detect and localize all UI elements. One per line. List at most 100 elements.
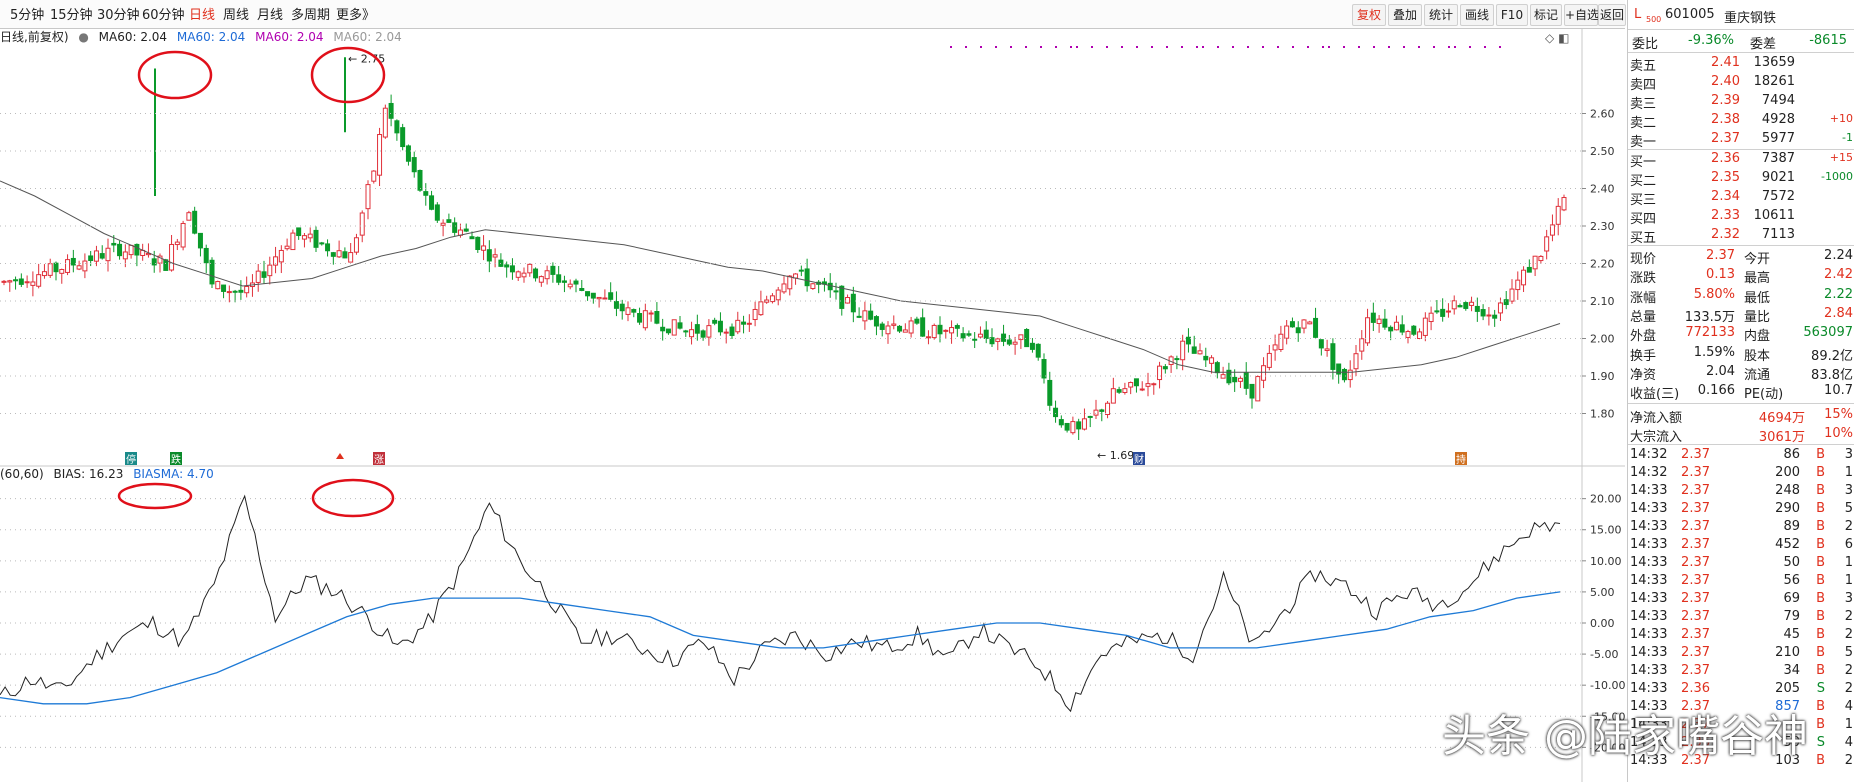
signal-dot	[1196, 46, 1198, 48]
candle-body	[1064, 422, 1070, 431]
candle-body	[18, 278, 24, 285]
event-marker-label: 跌	[171, 453, 181, 466]
candle-body	[1203, 355, 1209, 361]
candle-body	[1284, 325, 1290, 339]
sell-volume: 5977	[1761, 131, 1795, 146]
tab-30min[interactable]: 30分钟	[97, 4, 140, 23]
candle-body	[180, 222, 186, 248]
tick-row: 14:33 2.37 89 B 2	[1628, 518, 1854, 537]
tab-daily[interactable]: 日线	[189, 4, 215, 23]
candle-body	[1058, 419, 1064, 426]
candle-body	[1232, 376, 1238, 383]
stats-button[interactable]: 统计	[1424, 4, 1458, 26]
stat-label: 总量	[1630, 309, 1657, 325]
tick-count: 3	[1844, 483, 1853, 498]
tab-15min[interactable]: 15分钟	[50, 4, 93, 23]
tab-more[interactable]: 更多》	[336, 4, 375, 23]
candle-body	[954, 325, 960, 329]
price-chart[interactable]: 2.602.502.402.302.202.102.001.901.80 ← 2…	[0, 28, 1625, 782]
signal-dot	[1040, 46, 1042, 48]
flow-value: 3061万	[1758, 430, 1805, 445]
price-tick-label: 1.80	[1590, 408, 1615, 421]
stat-value: 1.59%	[1693, 344, 1735, 360]
stat-value: 2.84	[1824, 305, 1853, 321]
stat-label: 股本	[1744, 348, 1771, 364]
candle-body	[301, 235, 307, 240]
tab-5min[interactable]: 5分钟	[10, 4, 44, 23]
signal-dot	[1166, 46, 1168, 48]
tick-row: 14:33 2.37 69 B 3	[1628, 590, 1854, 609]
overlay-button[interactable]: 叠加	[1388, 4, 1422, 26]
tick-volume: 79	[1783, 609, 1800, 624]
stat-label: 量比	[1744, 309, 1771, 325]
buy-row: 买三 2.34 7572	[1628, 188, 1854, 208]
sell-price: 2.38	[1711, 112, 1740, 127]
tick-row: 14:33 2.37 290 B 5	[1628, 500, 1854, 519]
stat-row: 涨跌 0.13 最高 2.42	[1628, 266, 1854, 286]
bias-tick-label: 10.00	[1590, 555, 1622, 568]
tick-price: 2.37	[1681, 663, 1710, 678]
candle-body	[515, 271, 521, 278]
candle-body	[1445, 310, 1451, 313]
highlight-circle	[117, 482, 193, 510]
candle-body	[873, 316, 879, 327]
tick-side: B	[1816, 609, 1825, 624]
candle-body	[1278, 333, 1284, 351]
candle-body	[868, 310, 874, 320]
tick-row: 14:33 2.37 452 B 6	[1628, 536, 1854, 555]
stat-value: 10.7	[1824, 383, 1853, 399]
buy-volume: 7572	[1761, 189, 1795, 204]
candle-body	[637, 313, 643, 323]
fuquan-button[interactable]: 复权	[1352, 4, 1386, 26]
tab-monthly[interactable]: 月线	[257, 4, 283, 23]
candle-body	[1313, 317, 1319, 338]
signal-dot	[1499, 46, 1501, 48]
candle-body	[1295, 327, 1301, 334]
back-button[interactable]: 返回	[1598, 4, 1626, 26]
tick-count: 2	[1844, 663, 1853, 678]
candle-body	[371, 170, 377, 182]
signal-dot	[1454, 46, 1456, 48]
candle-body	[1399, 324, 1405, 333]
candle-body	[313, 229, 319, 248]
candle-body	[1237, 377, 1243, 382]
candle-body	[278, 249, 284, 263]
candle-body	[99, 253, 105, 259]
tab-multi-period[interactable]: 多周期	[291, 4, 330, 23]
candle-body	[1035, 343, 1041, 358]
watermark: 头条 @陆家嘴谷神	[1442, 711, 1808, 762]
draw-button[interactable]: 画线	[1460, 4, 1494, 26]
candle-body	[59, 268, 65, 274]
quote-header: L 500 601005 重庆钢铁	[1628, 6, 1854, 26]
stock-name: 重庆钢铁	[1724, 11, 1777, 26]
candle-body	[186, 212, 192, 221]
candle-body	[567, 283, 573, 288]
signal-dot	[1025, 46, 1027, 48]
tab-weekly[interactable]: 周线	[223, 4, 249, 23]
candle-body	[1469, 301, 1475, 306]
candle-body	[1093, 409, 1099, 416]
candle-body	[509, 265, 515, 273]
f10-button[interactable]: F10	[1496, 4, 1528, 26]
candle-body	[1463, 302, 1469, 309]
candle-body	[325, 243, 331, 252]
buy-volume: 7113	[1761, 227, 1795, 242]
tab-60min[interactable]: 60分钟	[142, 4, 185, 23]
signal-dot	[1358, 46, 1360, 48]
add-watchlist-button[interactable]: +自选	[1564, 4, 1599, 26]
candle-body	[891, 323, 897, 326]
candle-body	[1382, 318, 1388, 328]
sell-row: 卖五 2.41 13659	[1628, 54, 1854, 74]
candle-body	[24, 281, 30, 284]
candle-body	[717, 320, 723, 333]
candle-body	[452, 222, 458, 233]
flow-value: 4694万	[1758, 411, 1805, 426]
candle-body	[405, 145, 411, 162]
candle-body	[1341, 368, 1347, 381]
candle-body	[798, 269, 804, 272]
signal-dot	[1328, 46, 1330, 48]
candle-body	[1492, 314, 1498, 319]
tick-count: 4	[1844, 699, 1853, 714]
mark-button[interactable]: 标记	[1530, 4, 1562, 26]
candle-body	[353, 237, 359, 253]
